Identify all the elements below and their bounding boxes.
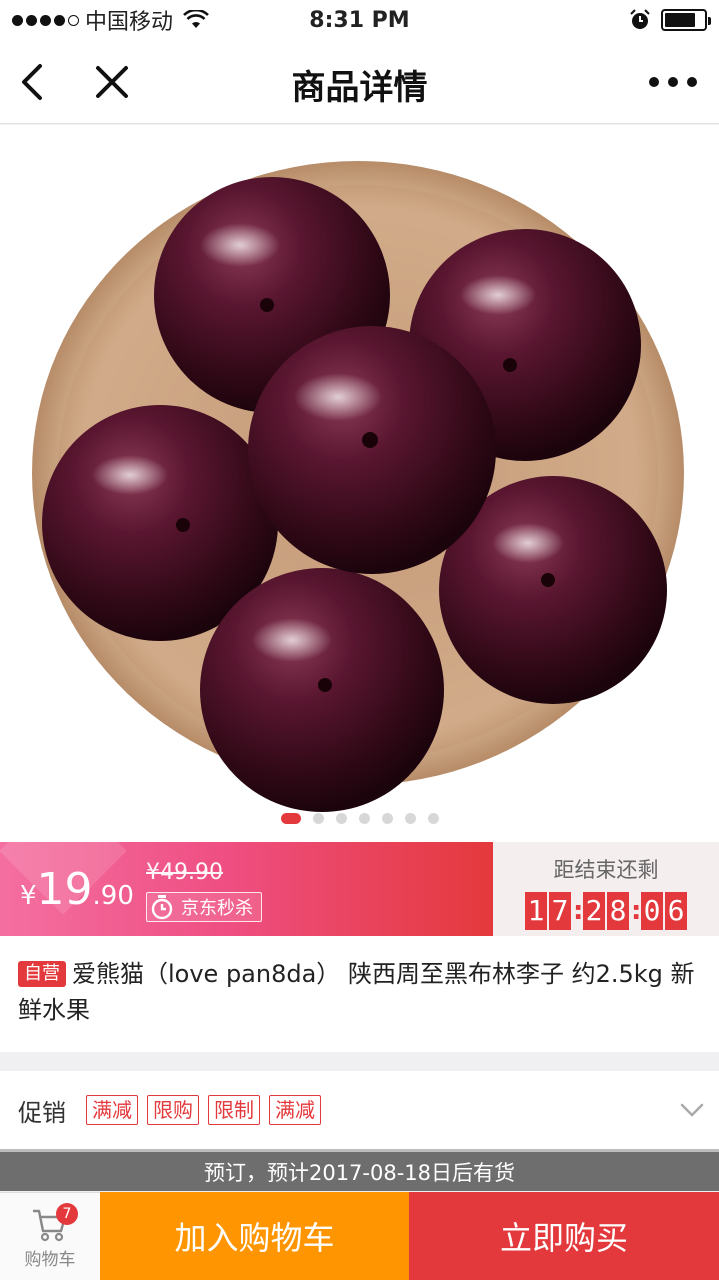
- chevron-down-icon[interactable]: [679, 1097, 705, 1123]
- pager-dot[interactable]: [427, 813, 439, 824]
- pager-dot[interactable]: [312, 813, 324, 824]
- countdown-digit: 2: [583, 892, 605, 930]
- product-title-block: 自营 爱熊猫（love pan8da） 陕西周至黑布林李子 约2.5kg 新鲜水果: [0, 936, 719, 1052]
- countdown-digit: 0: [641, 892, 663, 930]
- countdown-minutes: 28: [583, 892, 629, 930]
- product-title: 自营 爱熊猫（love pan8da） 陕西周至黑布林李子 约2.5kg 新鲜水果: [18, 956, 699, 1028]
- countdown-timer: 17 : 28 : 06: [493, 892, 719, 930]
- promotion-label: 促销: [18, 1098, 66, 1127]
- buy-now-button[interactable]: 立即购买: [409, 1192, 719, 1280]
- alarm-clock-icon: [630, 9, 650, 29]
- stock-notice: 预订，预计2017-08-18日后有货: [0, 1149, 719, 1191]
- current-price: ¥ 19 .90: [20, 864, 134, 915]
- cart-label: 购物车: [24, 1250, 76, 1270]
- promo-tag: 满减: [86, 1095, 138, 1125]
- wifi-icon: [183, 10, 209, 28]
- countdown-digit: 7: [549, 892, 571, 930]
- status-bar: 中国移动 8:31 PM: [0, 0, 719, 40]
- seckill-badge: 京东秒杀: [146, 892, 262, 922]
- countdown-digit: 1: [525, 892, 547, 930]
- pager-dot[interactable]: [358, 813, 370, 824]
- product-image: [32, 161, 684, 812]
- carousel-pager[interactable]: [0, 813, 719, 824]
- countdown-digit: 6: [665, 892, 687, 930]
- countdown-seconds: 06: [641, 892, 687, 930]
- chevron-left-icon[interactable]: [14, 60, 54, 104]
- more-dots-icon[interactable]: [649, 68, 697, 96]
- self-operated-badge: 自营: [18, 961, 66, 987]
- add-to-cart-button[interactable]: 加入购物车: [100, 1192, 409, 1280]
- price-integer: 19: [36, 864, 93, 915]
- currency-symbol: ¥: [20, 881, 37, 911]
- price-banner: ¥ 19 .90 ¥49.90 京东秒杀 距结束还剩 17 : 28 : 06: [0, 842, 719, 936]
- pager-dot[interactable]: [381, 813, 393, 824]
- seckill-label: 京东秒杀: [181, 898, 253, 919]
- promotion-row[interactable]: 促销 满减 限购 限制 满减: [0, 1071, 719, 1149]
- product-title-text: 爱熊猫（love pan8da） 陕西周至黑布林李子 约2.5kg 新鲜水果: [18, 960, 695, 1024]
- close-icon[interactable]: [92, 60, 132, 104]
- seckill-price-panel: ¥ 19 .90 ¥49.90 京东秒杀: [0, 842, 493, 936]
- battery-icon: [661, 9, 711, 31]
- stopwatch-icon: [151, 895, 173, 920]
- carrier-name: 中国移动: [85, 10, 174, 35]
- navigation-bar: 商品详情: [0, 40, 719, 124]
- promo-tag: 限购: [147, 1095, 199, 1125]
- countdown-digit: 8: [607, 892, 629, 930]
- cart-button[interactable]: 7 购物车: [0, 1192, 100, 1280]
- promo-tag: 满减: [269, 1095, 321, 1125]
- pager-dot[interactable]: [335, 813, 347, 824]
- pager-dot[interactable]: [280, 813, 301, 824]
- countdown-label: 距结束还剩: [553, 858, 659, 882]
- cart-count-badge: 7: [56, 1203, 78, 1225]
- countdown-panel: 距结束还剩 17 : 28 : 06: [493, 842, 719, 936]
- bottom-action-bar: 7 购物车 加入购物车 立即购买: [0, 1192, 719, 1280]
- countdown-hours: 17: [525, 892, 571, 930]
- promo-tag: 限制: [208, 1095, 260, 1125]
- signal-strength-icon: [12, 14, 79, 26]
- original-price: ¥49.90: [146, 860, 223, 885]
- product-image-carousel[interactable]: [0, 125, 719, 842]
- price-decimal: .90: [92, 881, 134, 911]
- pager-dot[interactable]: [404, 813, 416, 824]
